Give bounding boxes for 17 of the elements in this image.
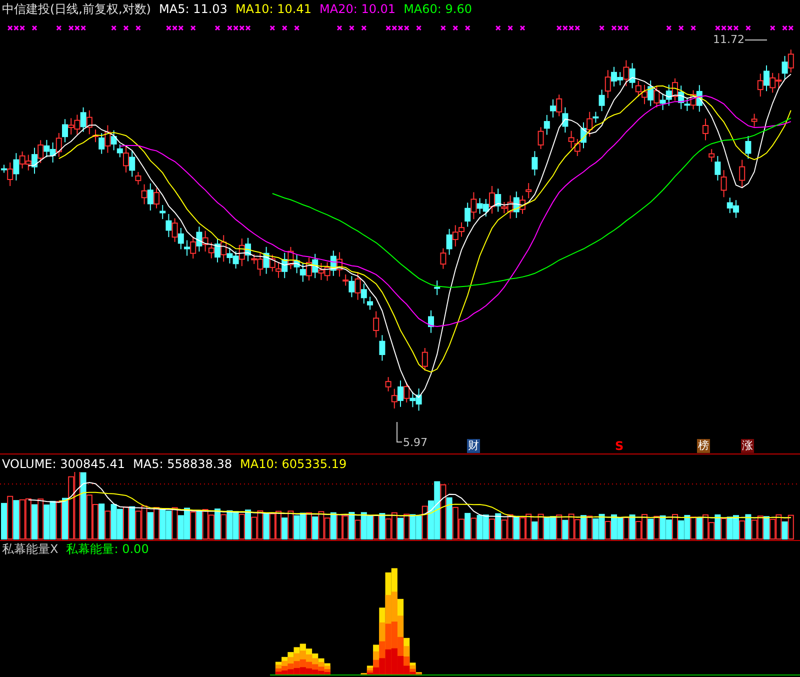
signal-marker[interactable]: S xyxy=(615,439,624,453)
stock-title: 中信建投(日线,前复权,对数) xyxy=(2,0,151,18)
volume-value: MA10: 605335.19 xyxy=(240,456,347,470)
moving-average-value: MA5: 11.03 xyxy=(159,2,228,16)
moving-average-value: MA60: 9.60 xyxy=(404,2,472,16)
energy-value: 私幕能量: 0.00 xyxy=(66,540,149,558)
event-marker[interactable]: 涨 xyxy=(741,439,754,453)
event-marker[interactable]: 榜 xyxy=(697,439,710,453)
volume-value: MA5: 558838.38 xyxy=(133,456,232,470)
leader-line xyxy=(396,422,402,442)
moving-average-value: MA20: 10.01 xyxy=(320,2,396,16)
event-marker[interactable]: 财 xyxy=(467,439,480,453)
high-price-label: 11.72 xyxy=(713,33,744,46)
low-price-label: 5.97 xyxy=(403,436,428,449)
volume-value: VOLUME: 300845.41 xyxy=(2,456,126,470)
moving-average-value: MA10: 10.41 xyxy=(235,2,312,16)
indicator-name: 私幕能量X xyxy=(2,540,58,558)
